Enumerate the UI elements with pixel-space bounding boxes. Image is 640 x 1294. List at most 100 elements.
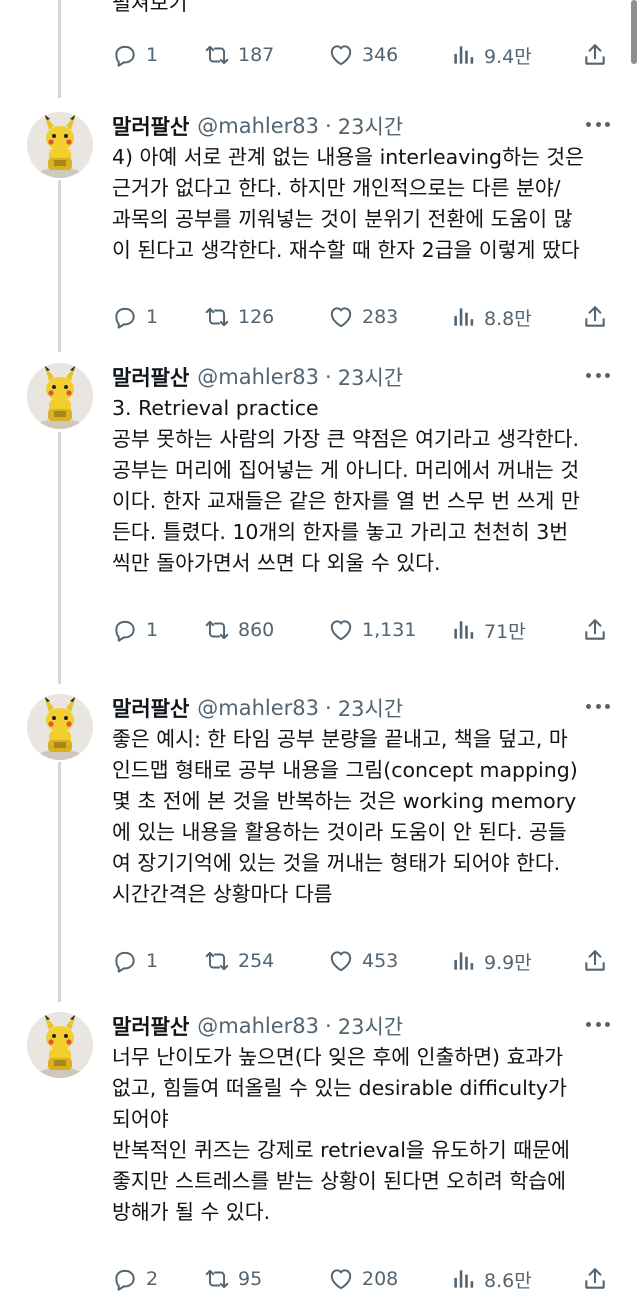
like-count: 1,131 (362, 619, 417, 641)
like-count: 346 (362, 44, 399, 66)
views-count: 9.9만 (484, 951, 532, 974)
tweet-actions: 1 860 1,131 71만 (112, 615, 616, 645)
views-count: 8.8만 (484, 307, 532, 330)
views-button[interactable]: 8.6만 (450, 1264, 532, 1294)
separator-dot: · (325, 365, 332, 389)
share-button[interactable] (582, 302, 608, 332)
display-name[interactable]: 말러팔산 (112, 111, 189, 141)
tweet-text-line: 몇 초 전에 본 것을 반복하는 것은 working memory (112, 789, 577, 813)
tweet-text-line: 이 된다고 생각한다. 재수할 때 한자 2급을 이렇게 땄다 (112, 238, 580, 262)
tweet-text-line: 3. Retrieval practice (112, 396, 319, 420)
timestamp[interactable]: 23시간 (338, 111, 403, 141)
retweet-button[interactable]: 187 (204, 40, 274, 70)
separator-dot: · (325, 1014, 332, 1038)
like-button[interactable]: 1,131 (328, 615, 416, 645)
like-button[interactable]: 283 (328, 302, 398, 332)
tweet-text-line: 든다. 틀렸다. 10개의 한자를 놓고 가리고 천천히 3번 (112, 520, 569, 544)
tweet-text: 너무 난이도가 높으면(다 잊은 후에 인출하면) 효과가 없고, 힘들여 떠올릴… (112, 1042, 617, 1228)
tweet-header: 말러팔산 @mahler83 · 23시간 (112, 112, 403, 140)
thread-line (58, 0, 61, 98)
reply-button[interactable]: 1 (112, 40, 158, 70)
tweet-actions: 1 254 453 9.9만 (112, 946, 616, 976)
avatar[interactable] (27, 694, 93, 760)
reply-icon (112, 617, 146, 643)
retweet-count: 187 (238, 44, 275, 66)
tweet-text-line: 에 있는 내용을 활용하는 것이라 도움이 안 된다. 공들 (112, 820, 567, 844)
reply-button[interactable]: 1 (112, 615, 158, 645)
heart-icon (328, 304, 362, 330)
views-button[interactable]: 9.4만 (450, 40, 532, 70)
tweet-text-line: 공부 못하는 사람의 가장 큰 약점은 여기라고 생각한다. (112, 427, 580, 451)
like-button[interactable]: 453 (328, 946, 398, 976)
reply-icon (112, 1266, 146, 1292)
reply-count: 1 (146, 306, 159, 328)
retweet-count: 95 (238, 1268, 263, 1290)
reply-button[interactable]: 1 (112, 302, 158, 332)
like-count: 283 (362, 306, 399, 328)
reply-count: 2 (146, 1268, 159, 1290)
user-handle[interactable]: @mahler83 (197, 365, 319, 389)
avatar[interactable] (27, 112, 93, 178)
retweet-icon (204, 948, 238, 974)
avatar[interactable] (27, 363, 93, 429)
reply-count: 1 (146, 44, 159, 66)
tweet-text-line: 좋지만 스트레스를 받는 상황이 된다면 오히려 학습에 (112, 1169, 567, 1193)
timestamp[interactable]: 23시간 (338, 693, 403, 723)
timestamp[interactable]: 23시간 (338, 1011, 403, 1041)
heart-icon (328, 948, 362, 974)
tweet-text: 4) 아예 서로 관계 없는 내용을 interleaving하는 것은근거가 … (112, 142, 617, 266)
share-button[interactable] (582, 615, 608, 645)
display-name[interactable]: 말러팔산 (112, 693, 189, 723)
scrollbar[interactable] (631, 0, 637, 64)
timestamp[interactable]: 23시간 (338, 362, 403, 392)
share-button[interactable] (582, 946, 608, 976)
tweet-header: 말러팔산 @mahler83 · 23시간 (112, 363, 403, 391)
retweet-button[interactable]: 126 (204, 302, 274, 332)
reply-icon (112, 304, 146, 330)
tweet-text-line: 인드맵 형태로 공부 내용을 그림(concept mapping) (112, 758, 578, 782)
tweet-text-line: 4) 아예 서로 관계 없는 내용을 interleaving하는 것은 (112, 145, 585, 169)
tweet-text-line: 씩만 돌아가면서 쓰면 다 외울 수 있다. (112, 551, 441, 575)
views-button[interactable]: 71만 (450, 615, 526, 645)
retweet-button[interactable]: 860 (204, 615, 274, 645)
more-icon[interactable] (586, 122, 610, 128)
user-handle[interactable]: @mahler83 (197, 1014, 319, 1038)
retweet-count: 860 (238, 619, 275, 641)
tweet-actions: 1 187 346 9.4만 (112, 40, 616, 70)
tweet-text-line: 과목의 공부를 끼워넣는 것이 분위기 전환에 도움이 많 (112, 207, 573, 231)
user-handle[interactable]: @mahler83 (197, 114, 319, 138)
more-icon[interactable] (586, 373, 610, 379)
retweet-button[interactable]: 254 (204, 946, 274, 976)
views-button[interactable]: 8.8만 (450, 302, 532, 332)
thread-line (58, 762, 61, 1002)
views-count: 71만 (484, 620, 526, 643)
display-name[interactable]: 말러팔산 (112, 1011, 189, 1041)
tweet-text-line: 근거가 없다고 한다. 하지만 개인적으로는 다른 분야/ (112, 176, 561, 200)
share-button[interactable] (582, 1264, 608, 1294)
tweet-text-line: 공부는 머리에 집어넣는 게 아니다. 머리에서 꺼내는 것 (112, 458, 580, 482)
views-button[interactable]: 9.9만 (450, 946, 532, 976)
like-button[interactable]: 208 (328, 1264, 398, 1294)
reply-button[interactable]: 2 (112, 1264, 158, 1294)
user-handle[interactable]: @mahler83 (197, 696, 319, 720)
reply-button[interactable]: 1 (112, 946, 158, 976)
retweet-icon (204, 42, 238, 68)
display-name[interactable]: 말러팔산 (112, 362, 189, 392)
more-icon[interactable] (586, 1022, 610, 1028)
avatar[interactable] (27, 1012, 93, 1078)
share-button[interactable] (582, 40, 608, 70)
tweet-header: 말러팔산 @mahler83 · 23시간 (112, 1012, 403, 1040)
more-icon[interactable] (586, 704, 610, 710)
like-count: 453 (362, 950, 399, 972)
tweet-text-line: 되어야 (112, 1107, 169, 1131)
heart-icon (328, 42, 362, 68)
views-icon (450, 948, 484, 974)
tweet-text-line: 펼쳐보기 (112, 0, 188, 15)
reply-icon (112, 42, 146, 68)
like-button[interactable]: 346 (328, 40, 398, 70)
thread-line (58, 432, 61, 684)
retweet-count: 254 (238, 950, 275, 972)
separator-dot: · (325, 696, 332, 720)
retweet-button[interactable]: 95 (204, 1264, 262, 1294)
tweet-text: 좋은 예시: 한 타임 공부 분량을 끝내고, 책을 덮고, 마 인드맵 형태로 … (112, 724, 617, 910)
